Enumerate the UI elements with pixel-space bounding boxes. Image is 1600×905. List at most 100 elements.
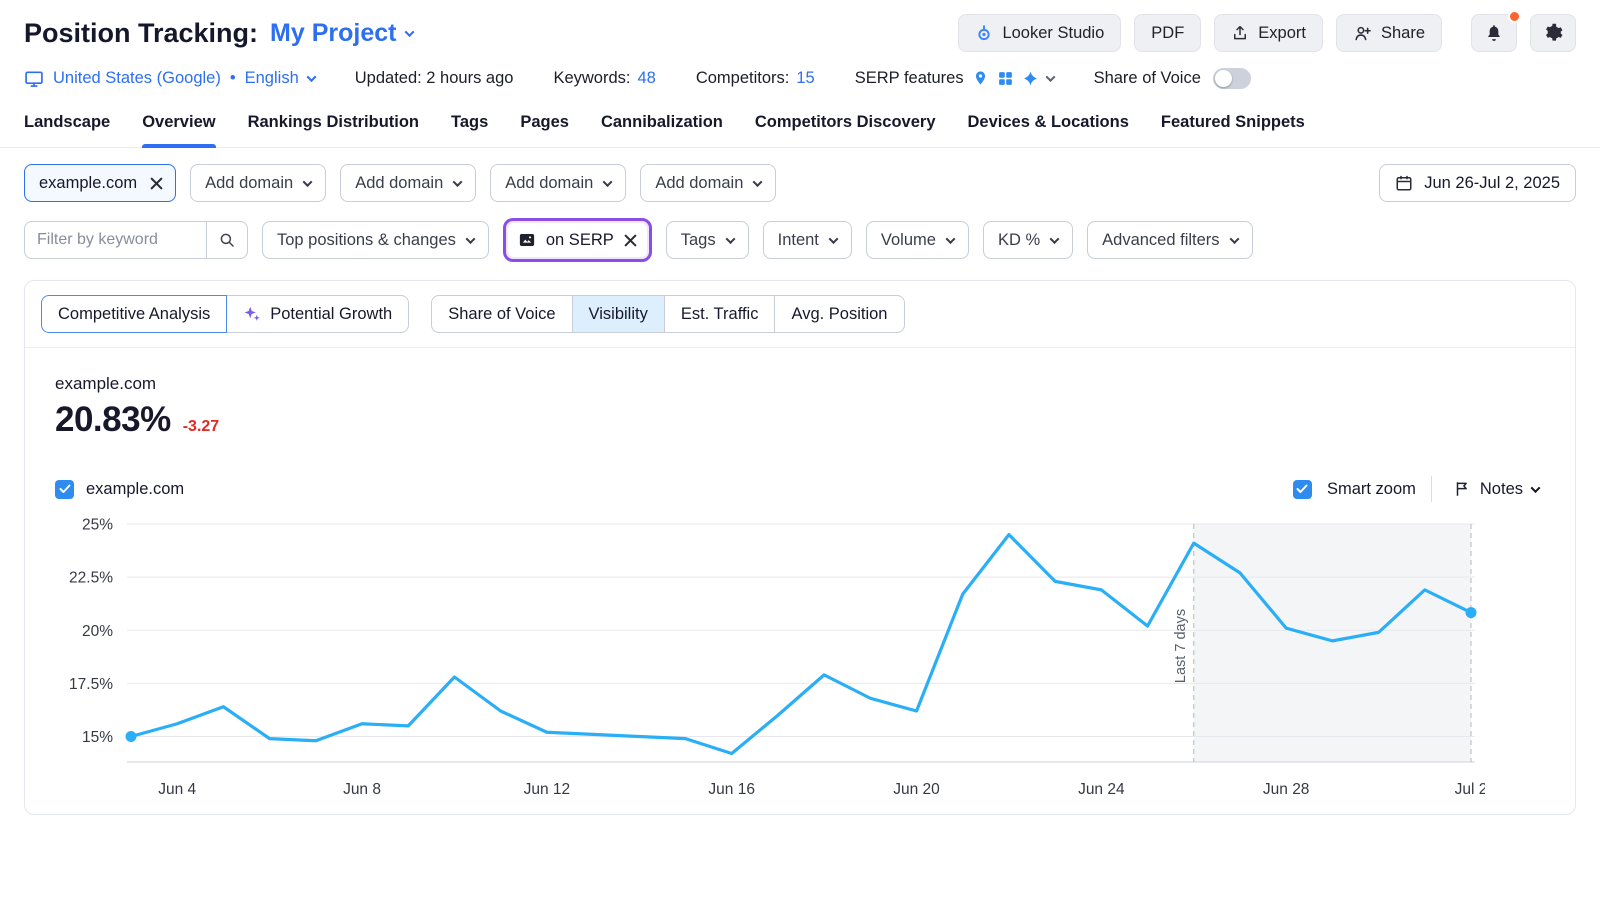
looker-studio-label: Looker Studio <box>1002 24 1104 43</box>
chevron-down-icon <box>306 72 316 82</box>
tab-tags[interactable]: Tags <box>451 109 488 147</box>
overview-panel: Competitive Analysis Potential Growth Sh… <box>24 280 1576 815</box>
updated-text: Updated: 2 hours ago <box>355 69 514 88</box>
tab-pages[interactable]: Pages <box>520 109 569 147</box>
close-icon[interactable] <box>624 234 637 247</box>
position-tracking-page: Position Tracking: My Project Looker Stu… <box>0 0 1600 815</box>
check-icon <box>1296 484 1308 494</box>
on-serp-filter-chip[interactable]: on SERP <box>508 223 647 257</box>
tab-rankings-distribution[interactable]: Rankings Distribution <box>248 109 419 147</box>
notifications-button[interactable] <box>1471 14 1517 52</box>
active-domain-chip[interactable]: example.com <box>24 164 176 202</box>
competitors-stat: Competitors: 15 <box>696 69 815 88</box>
share-button[interactable]: Share <box>1336 14 1442 52</box>
advanced-filters-label: Advanced filters <box>1102 231 1219 250</box>
competitive-analysis-label: Competitive Analysis <box>58 305 210 324</box>
visibility-tab[interactable]: Visibility <box>573 295 665 333</box>
active-domain-label: example.com <box>39 174 137 193</box>
tab-featured-snippets[interactable]: Featured Snippets <box>1161 109 1305 147</box>
series-checkbox[interactable] <box>55 480 74 499</box>
date-range-picker[interactable]: Jun 26-Jul 2, 2025 <box>1379 164 1576 202</box>
project-name: My Project <box>270 19 396 48</box>
chevron-down-icon <box>828 234 838 244</box>
calendar-icon <box>1395 174 1413 192</box>
bullet-separator: • <box>230 69 236 88</box>
notes-button[interactable]: Notes <box>1447 479 1545 500</box>
add-domain-dropdown-3[interactable]: Add domain <box>490 164 626 202</box>
svg-text:25%: 25% <box>82 517 113 534</box>
chevron-down-icon <box>1229 234 1239 244</box>
share-label: Share <box>1381 24 1425 43</box>
add-domain-label: Add domain <box>355 174 443 193</box>
svg-text:Last 7 days: Last 7 days <box>1173 609 1189 683</box>
domain-filter-row: example.com Add domain Add domain Add do… <box>24 164 1576 202</box>
settings-button[interactable] <box>1530 14 1576 52</box>
intent-dropdown[interactable]: Intent <box>763 221 852 259</box>
chevron-down-icon <box>465 234 475 244</box>
date-range-label: Jun 26-Jul 2, 2025 <box>1424 174 1560 193</box>
kd-label: KD % <box>998 231 1040 250</box>
looker-studio-icon <box>975 24 993 42</box>
svg-text:Jul 2: Jul 2 <box>1455 781 1485 798</box>
tab-competitors-discovery[interactable]: Competitors Discovery <box>755 109 936 147</box>
keywords-count-link[interactable]: 48 <box>637 69 655 88</box>
tab-overview[interactable]: Overview <box>142 109 215 147</box>
chevron-down-icon <box>1050 234 1060 244</box>
visibility-metric-block: example.com 20.83% -3.27 <box>55 374 1575 440</box>
project-selector[interactable]: My Project <box>270 19 413 48</box>
close-icon[interactable] <box>150 177 163 190</box>
visibility-chart-area[interactable]: 15%17.5%20%22.5%25%Last 7 daysJun 4Jun 8… <box>25 512 1575 804</box>
avg-position-tab-label: Avg. Position <box>791 305 887 324</box>
metric-domain: example.com <box>55 374 1575 394</box>
advanced-filters-dropdown[interactable]: Advanced filters <box>1087 221 1252 259</box>
series-legend-item[interactable]: example.com <box>55 480 184 499</box>
competitors-count-link[interactable]: 15 <box>796 69 814 88</box>
top-positions-dropdown[interactable]: Top positions & changes <box>262 221 489 259</box>
svg-text:22.5%: 22.5% <box>69 570 113 587</box>
panel-toolbar: Competitive Analysis Potential Growth Sh… <box>25 281 1575 348</box>
check-icon <box>59 484 71 494</box>
campaign-settings-link[interactable]: United States (Google) • English <box>24 69 315 89</box>
chevron-down-icon <box>725 234 735 244</box>
on-serp-highlight-ring: on SERP <box>503 218 652 262</box>
keyword-search-button[interactable] <box>206 221 248 259</box>
tags-dropdown[interactable]: Tags <box>666 221 749 259</box>
kd-dropdown[interactable]: KD % <box>983 221 1073 259</box>
page-title: Position Tracking: My Project <box>24 18 413 49</box>
keywords-stat: Keywords: 48 <box>553 69 655 88</box>
add-domain-dropdown-1[interactable]: Add domain <box>190 164 326 202</box>
chevron-down-icon <box>1531 483 1541 493</box>
keyword-filter-input[interactable] <box>24 221 206 259</box>
notification-dot <box>1508 10 1521 23</box>
metric-change-badge: -3.27 <box>183 418 219 436</box>
gear-icon <box>1543 23 1563 43</box>
potential-growth-button[interactable]: Potential Growth <box>227 295 409 333</box>
competitive-analysis-button[interactable]: Competitive Analysis <box>41 295 227 333</box>
share-of-voice-tab[interactable]: Share of Voice <box>431 295 572 333</box>
competitors-label: Competitors: <box>696 69 790 88</box>
tab-cannibalization[interactable]: Cannibalization <box>601 109 723 147</box>
add-domain-dropdown-2[interactable]: Add domain <box>340 164 476 202</box>
serp-features-group[interactable]: SERP features <box>855 69 1054 88</box>
volume-dropdown[interactable]: Volume <box>866 221 969 259</box>
chevron-down-icon <box>603 177 613 187</box>
export-button[interactable]: Export <box>1214 14 1323 52</box>
export-icon <box>1231 24 1249 42</box>
svg-text:20%: 20% <box>82 623 113 640</box>
est-traffic-tab[interactable]: Est. Traffic <box>665 295 776 333</box>
smart-zoom-checkbox[interactable] <box>1293 480 1312 499</box>
keyword-filter-group <box>24 221 248 259</box>
visibility-line-chart[interactable]: 15%17.5%20%22.5%25%Last 7 daysJun 4Jun 8… <box>45 512 1485 804</box>
looker-studio-button[interactable]: Looker Studio <box>958 14 1121 52</box>
pdf-button[interactable]: PDF <box>1134 14 1201 52</box>
add-domain-dropdown-4[interactable]: Add domain <box>640 164 776 202</box>
chart-controls: Smart zoom Notes <box>1293 476 1545 502</box>
sparkles-icon <box>243 305 261 323</box>
share-of-voice-toggle[interactable] <box>1213 68 1251 89</box>
page-title-text: Position Tracking: <box>24 18 258 49</box>
avg-position-tab[interactable]: Avg. Position <box>775 295 904 333</box>
svg-text:Jun 24: Jun 24 <box>1078 781 1125 798</box>
tab-landscape[interactable]: Landscape <box>24 109 110 147</box>
tab-devices-locations[interactable]: Devices & Locations <box>968 109 1129 147</box>
share-of-voice-toggle-group: Share of Voice <box>1094 68 1251 89</box>
